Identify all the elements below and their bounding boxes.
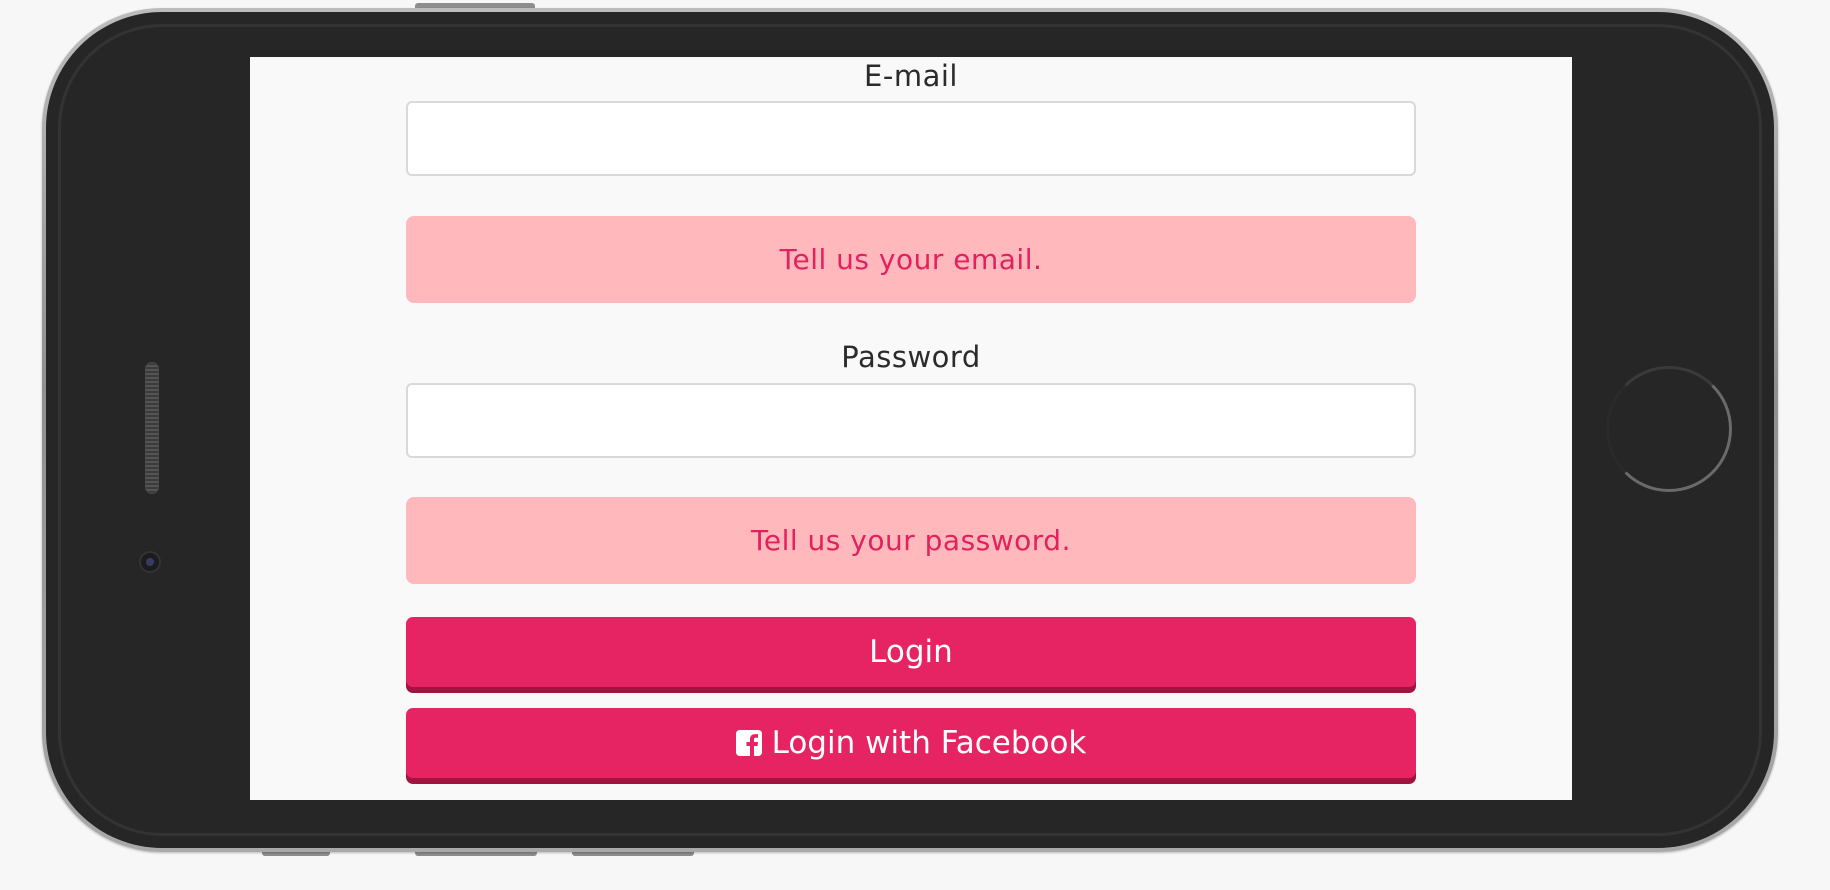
login-button[interactable]: Login [406,617,1416,687]
login-with-facebook-button[interactable]: Login with Facebook [406,708,1416,778]
front-camera-icon [139,551,161,573]
speaker-grille [145,362,159,494]
login-with-facebook-label: Login with Facebook [771,725,1087,761]
facebook-square-icon [735,730,762,756]
password-label: Password [841,340,981,374]
login-button-label: Login [869,634,953,670]
home-button[interactable] [1606,366,1732,492]
email-label: E-mail [864,59,958,93]
password-input[interactable] [406,383,1416,458]
email-input[interactable] [406,101,1416,176]
password-error-message: Tell us your password. [406,497,1416,584]
device-mockup: E-mail Tell us your email. Password Tell… [0,0,1830,890]
email-error-message: Tell us your email. [406,216,1416,303]
phone-screen: E-mail Tell us your email. Password Tell… [250,57,1572,800]
